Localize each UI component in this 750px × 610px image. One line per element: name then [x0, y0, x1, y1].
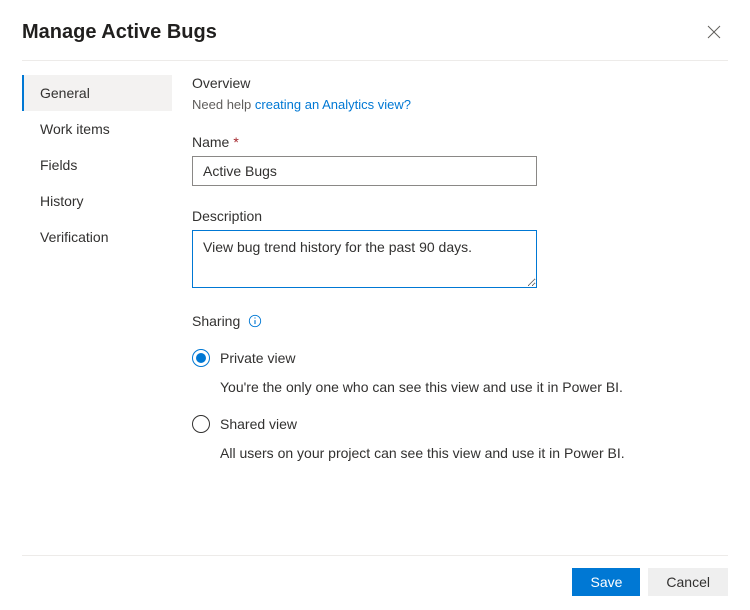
sidebar: General Work items Fields History Verifi… — [22, 75, 172, 483]
tab-fields[interactable]: Fields — [22, 147, 172, 183]
help-prefix: Need help — [192, 97, 255, 112]
radio-shared-view[interactable]: Shared view — [192, 415, 718, 433]
radio-shared-desc: All users on your project can see this v… — [220, 445, 718, 461]
radio-private-view[interactable]: Private view — [192, 349, 718, 367]
footer: Save Cancel — [22, 555, 728, 596]
radio-shared-label: Shared view — [220, 416, 297, 432]
help-text: Need help creating an Analytics view? — [192, 97, 718, 112]
tab-verification[interactable]: Verification — [22, 219, 172, 255]
name-label-text: Name — [192, 134, 229, 150]
overview-heading: Overview — [192, 75, 718, 91]
description-label: Description — [192, 208, 718, 224]
cancel-button[interactable]: Cancel — [648, 568, 728, 596]
sharing-label-text: Sharing — [192, 313, 240, 329]
radio-private-label: Private view — [220, 350, 295, 366]
close-icon — [706, 24, 722, 40]
description-input[interactable] — [192, 230, 537, 288]
help-link[interactable]: creating an Analytics view? — [255, 97, 411, 112]
radio-circle-unselected — [192, 415, 210, 433]
close-button[interactable] — [700, 18, 728, 46]
tab-history[interactable]: History — [22, 183, 172, 219]
name-input[interactable] — [192, 156, 537, 186]
page-title: Manage Active Bugs — [22, 21, 217, 44]
radio-circle-selected — [192, 349, 210, 367]
name-label: Name * — [192, 134, 718, 150]
required-indicator: * — [233, 134, 238, 150]
save-button[interactable]: Save — [572, 568, 640, 596]
tab-general[interactable]: General — [22, 75, 172, 111]
tab-work-items[interactable]: Work items — [22, 111, 172, 147]
info-icon[interactable] — [248, 314, 262, 328]
radio-private-desc: You're the only one who can see this vie… — [220, 379, 718, 395]
sharing-label: Sharing — [192, 313, 718, 329]
